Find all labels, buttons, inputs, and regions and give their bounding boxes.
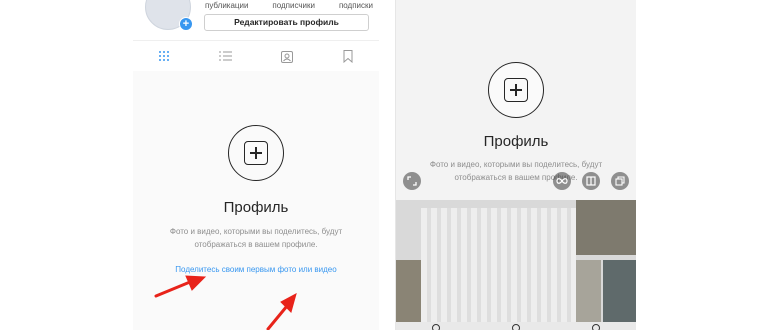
right-phone-screen: Профиль Фото и видео, которыми вы подели… (395, 0, 636, 330)
bottom-nav-bar (396, 322, 636, 330)
bookmark-icon (343, 49, 353, 63)
nav-icon[interactable] (432, 324, 440, 330)
description-line-1: Фото и видео, которыми вы поделитесь, бу… (169, 227, 343, 236)
blurred-post-preview (421, 208, 576, 330)
expand-button[interactable] (403, 172, 421, 190)
gallery-thumbnail[interactable] (576, 200, 636, 255)
profile-stats: публикации подписчики подписки (205, 1, 373, 10)
expand-icon (407, 176, 417, 186)
following-label[interactable]: подписки (339, 1, 373, 10)
grid-icon (158, 51, 169, 61)
description-line-2: отображаться в вашем профиле. (454, 173, 578, 182)
boomerang-button[interactable] (553, 172, 571, 190)
edit-profile-button[interactable]: Редактировать профиль (204, 14, 369, 31)
infinity-icon (556, 178, 568, 184)
nav-icon[interactable] (512, 324, 520, 330)
gallery-thumbnail[interactable] (576, 260, 601, 330)
annotation-arrows (154, 275, 297, 330)
tab-saved[interactable] (338, 46, 358, 66)
empty-description: Фото и видео, которыми вы поделитесь, бу… (396, 158, 636, 184)
layout-icon (586, 176, 596, 186)
list-icon (218, 51, 232, 61)
left-phone-screen: + публикации подписчики подписки Редакти… (133, 0, 379, 330)
empty-profile-content: Профиль Фото и видео, которыми вы подели… (133, 71, 379, 330)
media-gallery (396, 200, 636, 330)
gallery-thumbnail[interactable] (603, 260, 636, 330)
share-first-photo-link[interactable]: Поделитесь своим первым фото или видео (133, 265, 379, 274)
nav-icon[interactable] (592, 324, 600, 330)
profile-title: Профиль (483, 133, 549, 150)
multiselect-icon (615, 176, 625, 186)
profile-title: Профиль (223, 199, 289, 216)
followers-label[interactable]: подписчики (272, 1, 315, 10)
tagged-icon (280, 50, 293, 63)
gallery-thumbnail[interactable] (396, 260, 421, 330)
description-line-2: отображаться в вашем профиле. (194, 240, 318, 249)
multi-select-button[interactable] (611, 172, 629, 190)
layout-button[interactable] (582, 172, 600, 190)
description-line-1: Фото и видео, которыми вы поделитесь, бу… (429, 160, 603, 169)
add-photo-icon[interactable] (488, 62, 544, 118)
tab-grid[interactable] (154, 46, 174, 66)
tab-list[interactable] (215, 46, 235, 66)
tab-tagged[interactable] (277, 46, 297, 66)
add-story-badge[interactable]: + (179, 17, 193, 31)
empty-description: Фото и видео, которыми вы поделитесь, бу… (133, 225, 379, 251)
profile-tabs (133, 40, 379, 72)
posts-label[interactable]: публикации (205, 1, 248, 10)
add-photo-icon[interactable] (228, 125, 284, 181)
